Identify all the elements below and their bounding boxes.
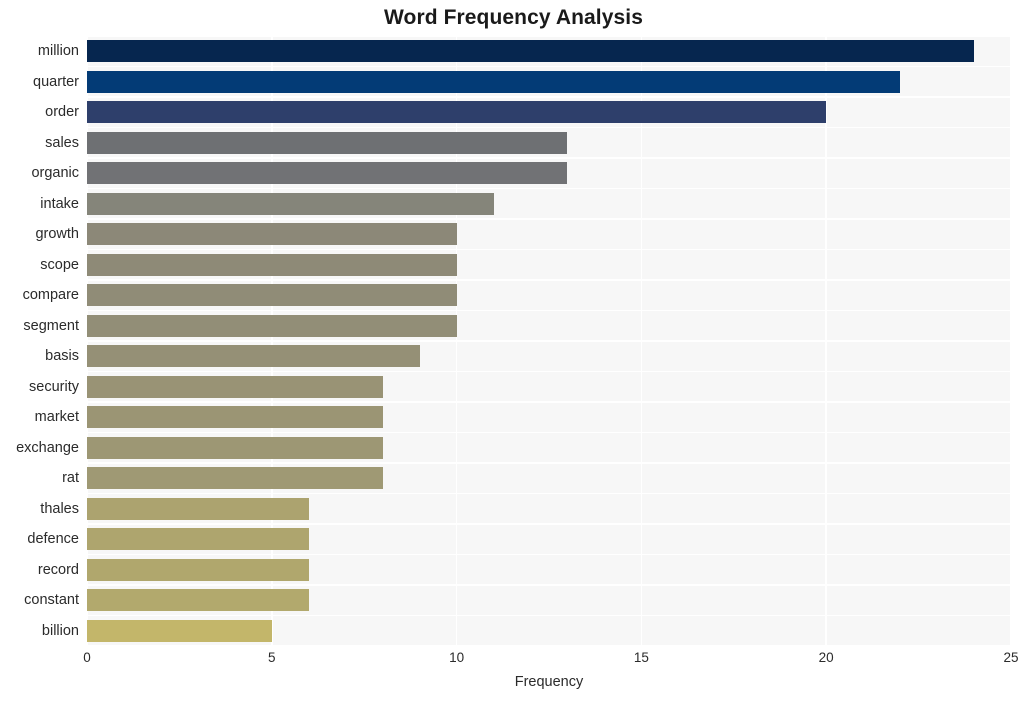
bar	[87, 406, 383, 429]
word-frequency-chart: Word Frequency Analysis million quarter or…	[0, 0, 1027, 701]
gridline-horizontal	[87, 431, 1011, 434]
bar	[87, 284, 457, 307]
y-axis-tick-label: quarter	[33, 73, 79, 90]
gridline-horizontal	[87, 126, 1011, 129]
bar	[87, 467, 383, 490]
gridline-horizontal	[87, 279, 1011, 281]
gridline-horizontal	[87, 492, 1011, 495]
x-axis-tick-label: 0	[83, 650, 91, 665]
bar	[87, 70, 901, 93]
y-axis-tick-label: exchange	[16, 439, 79, 456]
x-axis-tick-label: 25	[1003, 650, 1019, 665]
bar	[87, 528, 309, 551]
bar	[87, 192, 494, 215]
plot-area: million quarter order sales organic intake gro…	[16, 35, 1012, 647]
bar	[87, 253, 457, 276]
bar	[87, 345, 420, 368]
y-axis-tick-label: growth	[35, 226, 79, 243]
bar	[87, 40, 975, 63]
bar	[87, 131, 568, 154]
gridline-horizontal	[87, 309, 1011, 312]
gridline-horizontal	[87, 65, 1011, 68]
y-axis-tick-labels: million quarter order sales organic intake gro…	[0, 36, 87, 646]
x-axis-tick-label: 15	[633, 650, 649, 665]
x-axis-tick-label: 10	[449, 650, 465, 665]
chart-title: Word Frequency Analysis	[383, 6, 644, 29]
gridline-horizontal	[87, 187, 1011, 190]
gridline-horizontal	[87, 96, 1011, 98]
y-axis-tick-label: organic	[31, 165, 79, 182]
gridline-horizontal	[87, 157, 1011, 159]
gridline-horizontal	[87, 614, 1011, 617]
bar	[87, 619, 272, 642]
bar	[87, 558, 309, 581]
y-axis-tick-label: basis	[45, 348, 79, 365]
y-axis-tick-label: order	[45, 104, 79, 121]
x-axis-title: Frequency	[514, 674, 584, 690]
bar	[87, 497, 309, 520]
y-axis-tick-label: compare	[22, 287, 79, 304]
y-axis-tick-label: market	[34, 409, 79, 426]
bar	[87, 101, 827, 124]
y-axis-tick-label: million	[37, 43, 79, 60]
bar	[87, 223, 457, 246]
gridline-horizontal	[87, 248, 1011, 251]
gridline-horizontal	[87, 645, 1011, 647]
gridline-horizontal	[87, 584, 1011, 586]
x-axis-tick-label: 20	[818, 650, 834, 665]
gridline-horizontal	[87, 370, 1011, 373]
gridline-horizontal	[87, 523, 1011, 525]
y-axis-tick-label: security	[29, 378, 79, 395]
gridline-horizontal	[87, 340, 1011, 342]
y-axis-tick-label: intake	[40, 195, 79, 212]
y-axis-tick-label: billion	[41, 622, 79, 639]
gridline-horizontal	[87, 218, 1011, 220]
y-axis-tick-label: segment	[23, 317, 79, 334]
y-axis-tick-label: sales	[45, 134, 79, 151]
y-axis-tick-label: constant	[24, 592, 79, 609]
bar	[87, 436, 383, 459]
gridline-horizontal	[87, 553, 1011, 556]
gridline-horizontal	[87, 401, 1011, 403]
y-axis-tick-label: record	[37, 561, 79, 578]
x-axis-tick-label: 5	[268, 650, 276, 665]
y-axis-tick-label: rat	[62, 470, 79, 487]
bar	[87, 314, 457, 337]
gridline-horizontal	[87, 35, 1011, 37]
y-axis-tick-label: defence	[27, 531, 79, 548]
bar	[87, 162, 568, 185]
y-axis-tick-label: thales	[40, 500, 79, 517]
y-axis-tick-label: scope	[40, 256, 79, 273]
bar	[87, 589, 309, 612]
gridline-horizontal	[87, 462, 1011, 464]
bar	[87, 375, 383, 398]
